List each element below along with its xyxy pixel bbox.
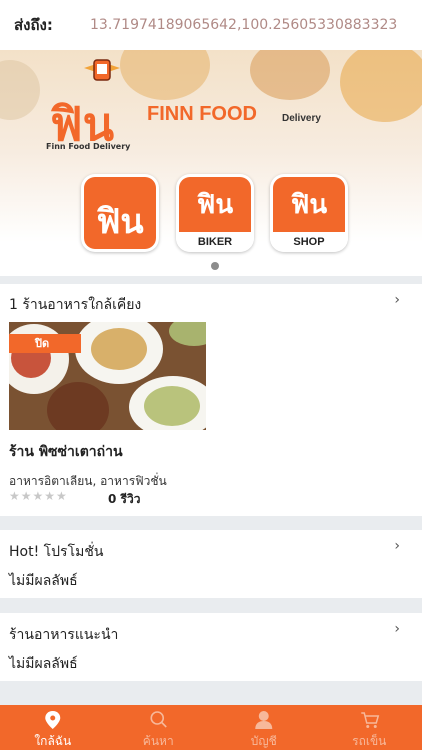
- brand-tagline: Finn Food Delivery: [46, 142, 131, 151]
- nav-tab-account[interactable]: บัญชี: [211, 705, 317, 750]
- user-icon: [255, 711, 273, 729]
- nearby-title: 1 ร้านอาหารใกล้เคียง: [9, 297, 142, 313]
- biker-label: BIKER: [197, 236, 233, 248]
- brand-delivery-label: Delivery: [282, 113, 321, 124]
- shop-label: SHOP: [293, 236, 325, 248]
- closed-status-badge: ปิด: [9, 334, 81, 353]
- cart-icon: [360, 712, 379, 728]
- location-pin-icon: [45, 711, 61, 729]
- promotion-title: Hot! โปรโมชั่น: [9, 544, 104, 560]
- nav-label: รถเข็น: [352, 734, 387, 748]
- promotion-empty-text: ไม่มีผลลัพธ์: [9, 573, 78, 589]
- delivery-address-bar[interactable]: ส่งถึง: 13.71974189065642,100.2560533088…: [0, 0, 422, 50]
- app-tile-logo-text: ฟิน: [290, 190, 328, 220]
- nav-tab-nearby[interactable]: ใกล้ฉัน: [0, 705, 106, 750]
- nav-label: บัญชี: [250, 734, 277, 748]
- deliver-to-label: ส่งถึง:: [14, 16, 53, 34]
- nav-tab-search[interactable]: ค้นหา: [106, 705, 212, 750]
- chevron-right-icon[interactable]: ›: [394, 292, 400, 308]
- nav-label: ค้นหา: [142, 734, 174, 748]
- recommended-empty-text: ไม่มีผลลัพธ์: [9, 656, 78, 672]
- restaurant-name[interactable]: ร้าน พิซซ่าเตาถ่าน: [9, 441, 123, 463]
- recommended-title: ร้านอาหารแนะนำ: [9, 627, 119, 643]
- brand-english-name: FINN FOOD: [147, 103, 257, 125]
- finn-food-app-tile[interactable]: ฟิน: [81, 174, 159, 252]
- chevron-right-icon[interactable]: ›: [394, 538, 400, 554]
- promo-banner[interactable]: ฟิน Finn Food Delivery FINN FOOD Deliver…: [0, 50, 422, 276]
- delivery-coordinates[interactable]: 13.71974189065642,100.25605330883323: [90, 17, 397, 33]
- recommended-section: ร้านอาหารแนะนำ › ไม่มีผลลัพธ์: [0, 613, 422, 681]
- chevron-right-icon[interactable]: ›: [394, 621, 400, 637]
- search-icon: [149, 711, 167, 728]
- nav-label: ใกล้ฉัน: [34, 734, 72, 748]
- nav-tab-cart[interactable]: รถเข็น: [317, 705, 422, 750]
- finn-shop-app-tile[interactable]: ฟิน SHOP: [270, 174, 348, 252]
- promotion-section: Hot! โปรโมชั่น › ไม่มีผลลัพธ์: [0, 530, 422, 598]
- review-count: 0 รีวิว: [108, 492, 141, 506]
- finn-logo-icon: [84, 59, 120, 81]
- app-tile-logo-text: ฟิน: [196, 190, 234, 220]
- bottom-navigation: ใกล้ฉัน ค้นหา บัญชี รถเข็น: [0, 705, 422, 750]
- app-tile-logo-text: ฟิน: [96, 202, 144, 242]
- finn-biker-app-tile[interactable]: ฟิน BIKER: [176, 174, 254, 252]
- carousel-indicator-dot[interactable]: [211, 262, 219, 270]
- rating-stars: ★★★★★: [9, 489, 68, 503]
- restaurant-card-image[interactable]: ปิด: [9, 322, 206, 430]
